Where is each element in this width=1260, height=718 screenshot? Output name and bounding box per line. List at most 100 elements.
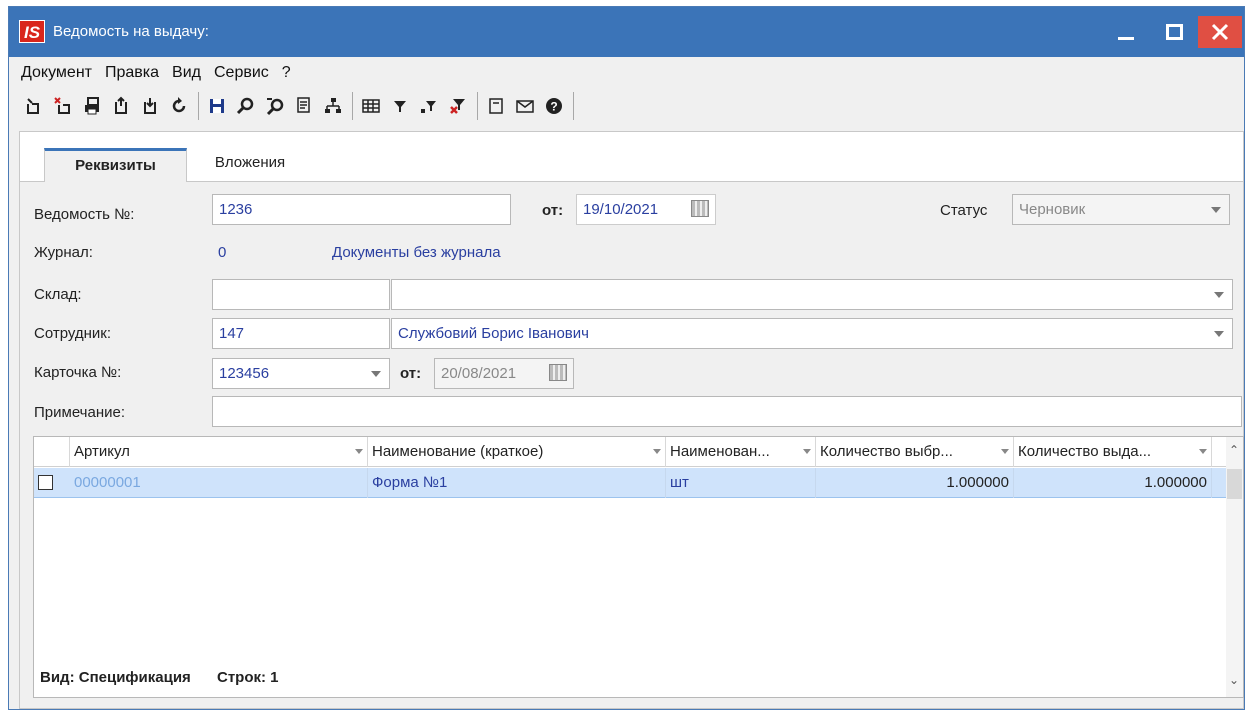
toolbar-separator bbox=[477, 92, 478, 120]
column-header-articul[interactable]: Артикул bbox=[70, 437, 368, 467]
filter-add-icon[interactable] bbox=[416, 93, 441, 119]
table-row[interactable]: 00000001 Форма №1 шт 1.000000 1.000000 bbox=[34, 468, 1227, 498]
help-icon[interactable]: ? bbox=[541, 93, 566, 119]
grid-header-check bbox=[34, 437, 70, 467]
journal-label: Журнал: bbox=[34, 244, 93, 261]
menu-help[interactable]: ? bbox=[282, 64, 291, 82]
status-value: Черновик bbox=[1019, 201, 1086, 218]
tab-requisites[interactable]: Реквизиты bbox=[44, 148, 187, 182]
sotrudnik-name-select[interactable]: Службовий Борис Іванович bbox=[391, 318, 1233, 349]
kartochka-date-label: от: bbox=[400, 365, 422, 382]
footer-rows-count: Строк: 1 bbox=[216, 669, 279, 686]
sklad-code-input[interactable] bbox=[212, 279, 390, 310]
document-panel: Реквизиты Вложения Ведомость №: 1236 от:… bbox=[19, 131, 1244, 709]
primechanie-input[interactable] bbox=[212, 396, 1242, 427]
date-value: 19/10/2021 bbox=[583, 201, 659, 218]
kartochka-date-input: 20/08/2021 bbox=[434, 358, 574, 389]
toolbar-separator bbox=[198, 92, 199, 120]
journal-name-link[interactable]: Документы без журнала bbox=[332, 244, 501, 261]
grid-header: Артикул Наименование (краткое) Наименова… bbox=[34, 437, 1227, 467]
filter-dropdown-icon[interactable] bbox=[653, 449, 661, 454]
menu-edit[interactable]: Правка bbox=[105, 64, 159, 82]
doc-up-icon[interactable] bbox=[108, 93, 133, 119]
chevron-down-icon bbox=[1214, 331, 1224, 337]
kartochka-date-value: 20/08/2021 bbox=[441, 365, 517, 382]
tab-attachments[interactable]: Вложения bbox=[195, 148, 305, 182]
maximize-icon bbox=[1165, 24, 1183, 40]
title-bar[interactable]: IS Ведомость на выдачу: bbox=[9, 7, 1244, 57]
filter-dropdown-icon[interactable] bbox=[1001, 449, 1009, 454]
toolbar-separator bbox=[352, 92, 353, 120]
chevron-down-icon bbox=[1214, 292, 1224, 298]
close-icon bbox=[1211, 23, 1229, 41]
report-icon[interactable] bbox=[291, 93, 316, 119]
save-icon[interactable] bbox=[204, 93, 229, 119]
column-header-label: Количество выда... bbox=[1018, 443, 1152, 460]
kartochka-label: Карточка №: bbox=[34, 364, 122, 381]
column-header-qty-selected[interactable]: Количество выбр... bbox=[816, 437, 1014, 467]
cell-unit[interactable]: шт bbox=[666, 468, 816, 498]
maximize-button[interactable] bbox=[1151, 16, 1197, 48]
scroll-down-icon[interactable]: ⌄ bbox=[1229, 673, 1239, 687]
vedomost-label: Ведомость №: bbox=[34, 206, 135, 223]
sklad-label: Склад: bbox=[34, 286, 82, 303]
column-header-name-short[interactable]: Наименование (краткое) bbox=[368, 437, 666, 467]
status-select: Черновик bbox=[1012, 194, 1230, 225]
menu-view[interactable]: Вид bbox=[172, 64, 201, 82]
find-next-icon[interactable] bbox=[262, 93, 287, 119]
vertical-scrollbar[interactable]: ⌃ ⌄ bbox=[1226, 437, 1243, 697]
menu-bar: Документ Правка Вид Сервис ? bbox=[9, 57, 1244, 89]
doc-down-icon[interactable] bbox=[137, 93, 162, 119]
date-input[interactable]: 19/10/2021 bbox=[576, 194, 716, 225]
minimize-button[interactable] bbox=[1103, 16, 1149, 48]
print-icon[interactable] bbox=[79, 93, 104, 119]
filter-dropdown-icon[interactable] bbox=[803, 449, 811, 454]
column-header-label: Наименование (краткое) bbox=[372, 443, 544, 460]
status-label: Статус bbox=[940, 202, 988, 219]
row-checkbox[interactable] bbox=[38, 475, 53, 490]
chevron-down-icon bbox=[1211, 207, 1221, 213]
sotrudnik-code-input[interactable]: 147 bbox=[212, 318, 390, 349]
journal-code: 0 bbox=[218, 244, 227, 261]
mail-icon[interactable] bbox=[512, 93, 537, 119]
scroll-up-icon[interactable]: ⌃ bbox=[1229, 443, 1239, 457]
create-icon[interactable] bbox=[21, 93, 46, 119]
cell-name-short[interactable]: Форма №1 bbox=[368, 468, 666, 498]
cell-qty-selected[interactable]: 1.000000 bbox=[816, 468, 1014, 498]
menu-document[interactable]: Документ bbox=[21, 64, 92, 82]
footer-view-label: Вид: Спецификация bbox=[40, 669, 191, 686]
svg-text:?: ? bbox=[550, 100, 557, 114]
create-copy-icon[interactable] bbox=[50, 93, 75, 119]
sotrudnik-label: Сотрудник: bbox=[34, 325, 112, 342]
chevron-down-icon bbox=[371, 371, 381, 377]
kartochka-select[interactable]: 123456 bbox=[212, 358, 390, 389]
menu-service[interactable]: Сервис bbox=[214, 64, 269, 82]
cell-qty-issued[interactable]: 1.000000 bbox=[1014, 468, 1212, 498]
sklad-name-select[interactable] bbox=[391, 279, 1233, 310]
filter-icon[interactable] bbox=[387, 93, 412, 119]
tab-strip: Реквизиты Вложения bbox=[20, 132, 1243, 182]
tree-icon[interactable] bbox=[320, 93, 345, 119]
refresh-icon[interactable] bbox=[166, 93, 191, 119]
column-header-label: Наименован... bbox=[670, 443, 770, 460]
grid-icon[interactable] bbox=[358, 93, 383, 119]
filter-dropdown-icon[interactable] bbox=[1199, 449, 1207, 454]
app-logo-icon: IS bbox=[19, 20, 45, 43]
find-icon[interactable] bbox=[233, 93, 258, 119]
filter-dropdown-icon[interactable] bbox=[355, 449, 363, 454]
column-header-name[interactable]: Наименован... bbox=[666, 437, 816, 467]
column-header-qty-issued[interactable]: Количество выда... bbox=[1014, 437, 1212, 467]
calendar-icon bbox=[549, 364, 567, 381]
cell-articul[interactable]: 00000001 bbox=[70, 468, 368, 498]
filter-clear-icon[interactable] bbox=[445, 93, 470, 119]
column-header-label: Артикул bbox=[74, 443, 130, 460]
close-button[interactable] bbox=[1198, 16, 1242, 48]
toolbar: ? bbox=[21, 89, 1241, 123]
scrollbar-thumb[interactable] bbox=[1227, 469, 1242, 499]
sotrudnik-name-value: Службовий Борис Іванович bbox=[398, 325, 589, 342]
vedomost-number-input[interactable]: 1236 bbox=[212, 194, 511, 225]
calendar-icon[interactable] bbox=[691, 200, 709, 217]
form-icon[interactable] bbox=[483, 93, 508, 119]
specification-grid: Артикул Наименование (краткое) Наименова… bbox=[33, 436, 1244, 698]
toolbar-separator bbox=[573, 92, 574, 120]
